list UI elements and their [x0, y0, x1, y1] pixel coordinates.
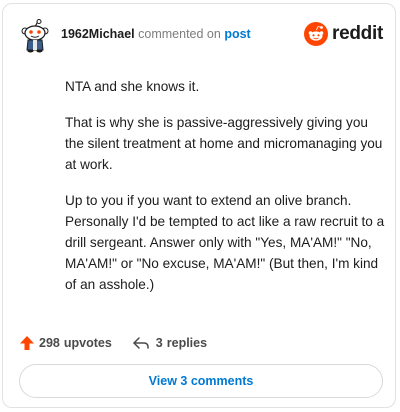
comment-byline: 1962Michael commented on post — [61, 27, 251, 41]
post-link[interactable]: post — [224, 27, 250, 41]
comment-paragraph: Up to you if you want to extend an olive… — [65, 193, 385, 292]
reply-arrow-icon — [133, 337, 149, 349]
reddit-wordmark: reddit — [332, 23, 383, 44]
comment-card: 1962Michael commented on post reddit NTA… — [2, 3, 396, 408]
reply-count: 3 — [155, 336, 163, 350]
byline-action-text: commented on — [134, 27, 225, 41]
upvote-label: upvotes — [63, 336, 112, 350]
snoo-avatar-icon — [21, 19, 49, 53]
upvote-button[interactable]: 298 upvotes — [19, 335, 112, 351]
comment-body: NTA and she knows it. That is why she is… — [65, 76, 387, 310]
comment-paragraph: NTA and she knows it. — [65, 79, 200, 94]
comment-actions: 298 upvotes 3 replies — [19, 331, 207, 355]
comment-header: 1962Michael commented on post reddit — [19, 19, 383, 53]
upvote-arrow-icon — [20, 336, 34, 350]
reddit-snoo-icon — [304, 22, 329, 46]
replies-button[interactable]: 3 replies — [132, 336, 207, 350]
user-avatar[interactable] — [19, 19, 51, 53]
reply-label: replies — [166, 336, 208, 350]
reddit-logo[interactable]: reddit — [304, 21, 383, 47]
comment-paragraph: That is why she is passive-aggressively … — [65, 115, 383, 172]
username-link[interactable]: 1962Michael — [61, 27, 135, 41]
view-comments-button[interactable]: View 3 comments — [19, 364, 383, 398]
upvote-count: 298 — [39, 336, 60, 350]
